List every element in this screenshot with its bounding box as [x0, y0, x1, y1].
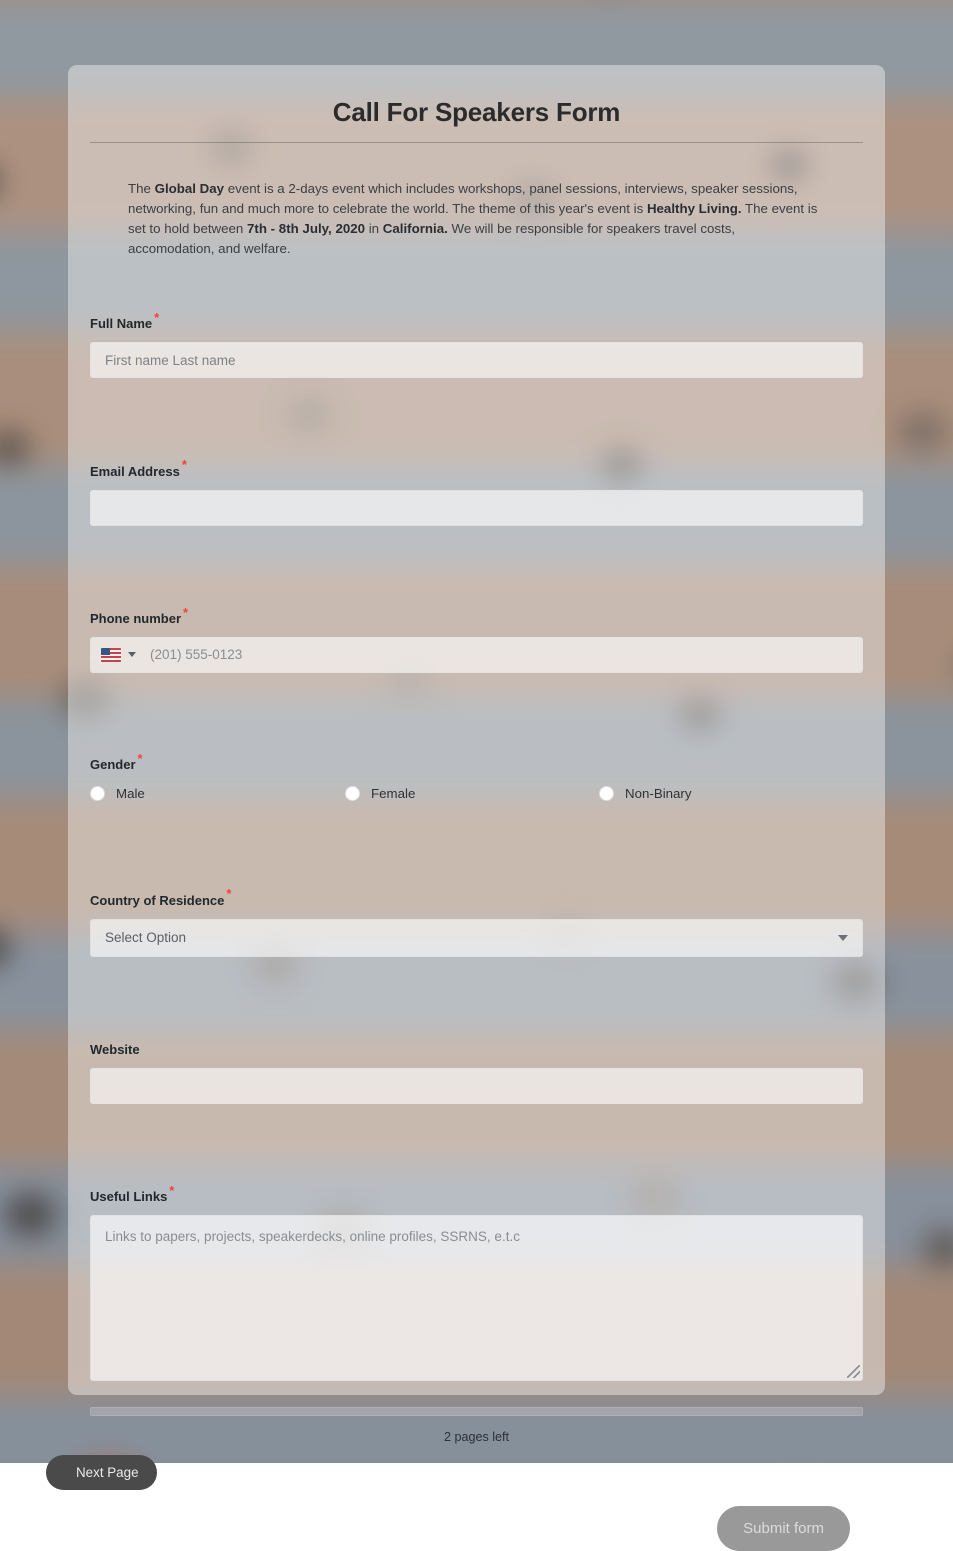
intro-text-0: The	[128, 181, 155, 196]
chevron-down-icon[interactable]	[838, 935, 848, 941]
phone-label: Phone number	[90, 611, 181, 626]
full-name-input[interactable]: First name Last name	[90, 342, 863, 378]
flag-canton	[101, 648, 110, 655]
email-required-asterisk: *	[182, 457, 187, 472]
useful-links-label: Useful Links	[90, 1189, 167, 1204]
gender-label: Gender	[90, 757, 136, 772]
form-footer: 2 pages left Next Page Submit form	[90, 1407, 863, 1444]
form-card: Call For Speakers Form The Global Day ev…	[68, 65, 885, 1395]
intro-text-5: 7th - 8th July, 2020	[247, 221, 365, 236]
field-useful-links: Useful Links* Links to papers, projects,…	[90, 1184, 863, 1381]
form-fields: Full Name* First name Last name Email Ad…	[90, 311, 863, 1381]
field-email: Email Address*	[90, 458, 863, 525]
submit-form-button[interactable]: Submit form	[717, 1506, 850, 1551]
useful-links-required-asterisk: *	[169, 1183, 174, 1198]
country-selected-value: Select Option	[105, 930, 186, 945]
country-select[interactable]: Select Option	[90, 919, 863, 957]
progress-bar	[90, 1407, 863, 1416]
gender-radio-group: Male Female Non-Binary	[90, 786, 863, 801]
pages-left-status: 2 pages left	[90, 1430, 863, 1444]
full-name-required-asterisk: *	[154, 310, 159, 325]
radio-icon[interactable]	[345, 786, 360, 801]
full-name-placeholder: First name Last name	[105, 353, 236, 368]
country-label: Country of Residence	[90, 893, 224, 908]
resize-handle-icon[interactable]	[847, 1365, 860, 1378]
us-flag-icon[interactable]	[101, 648, 121, 662]
gender-option-label: Non-Binary	[625, 786, 692, 801]
title-divider	[90, 142, 863, 143]
country-required-asterisk: *	[226, 886, 231, 901]
spacer	[90, 957, 863, 1037]
radio-icon[interactable]	[90, 786, 105, 801]
gender-option-label: Male	[116, 786, 145, 801]
field-country: Country of Residence* Select Option	[90, 887, 863, 956]
full-name-label: Full Name	[90, 316, 152, 331]
gender-option-female[interactable]: Female	[345, 786, 599, 801]
radio-icon[interactable]	[599, 786, 614, 801]
spacer	[90, 1104, 863, 1184]
gender-option-non-binary[interactable]: Non-Binary	[599, 786, 692, 801]
gender-required-asterisk: *	[138, 751, 143, 766]
field-website: Website	[90, 1037, 863, 1104]
field-full-name: Full Name* First name Last name	[90, 311, 863, 378]
spacer	[90, 673, 863, 752]
spacer	[90, 801, 863, 887]
field-phone: Phone number* (201) 555-0123	[90, 606, 863, 673]
gender-option-male[interactable]: Male	[90, 786, 345, 801]
phone-input[interactable]: (201) 555-0123	[90, 637, 863, 673]
spacer	[90, 526, 863, 606]
next-page-button[interactable]: Next Page	[46, 1455, 157, 1490]
intro-text-3: Healthy Living.	[647, 201, 742, 216]
intro-paragraph: The Global Day event is a 2-days event w…	[128, 179, 825, 259]
spacer	[90, 378, 863, 458]
website-input[interactable]	[90, 1068, 863, 1104]
page-title: Call For Speakers Form	[90, 87, 863, 142]
intro-text-7: California.	[383, 221, 448, 236]
intro-text-1: Global Day	[155, 181, 224, 196]
useful-links-textarea[interactable]: Links to papers, projects, speakerdecks,…	[90, 1215, 863, 1381]
chevron-down-icon[interactable]	[128, 652, 136, 657]
website-label: Website	[90, 1042, 140, 1057]
phone-placeholder: (201) 555-0123	[150, 647, 242, 662]
phone-required-asterisk: *	[183, 605, 188, 620]
gender-option-label: Female	[371, 786, 415, 801]
intro-text-6: in	[365, 221, 383, 236]
useful-links-placeholder: Links to papers, projects, speakerdecks,…	[105, 1229, 520, 1244]
email-input[interactable]	[90, 490, 863, 526]
field-gender: Gender* Male Female Non-Binary	[90, 752, 863, 801]
email-label: Email Address	[90, 464, 180, 479]
